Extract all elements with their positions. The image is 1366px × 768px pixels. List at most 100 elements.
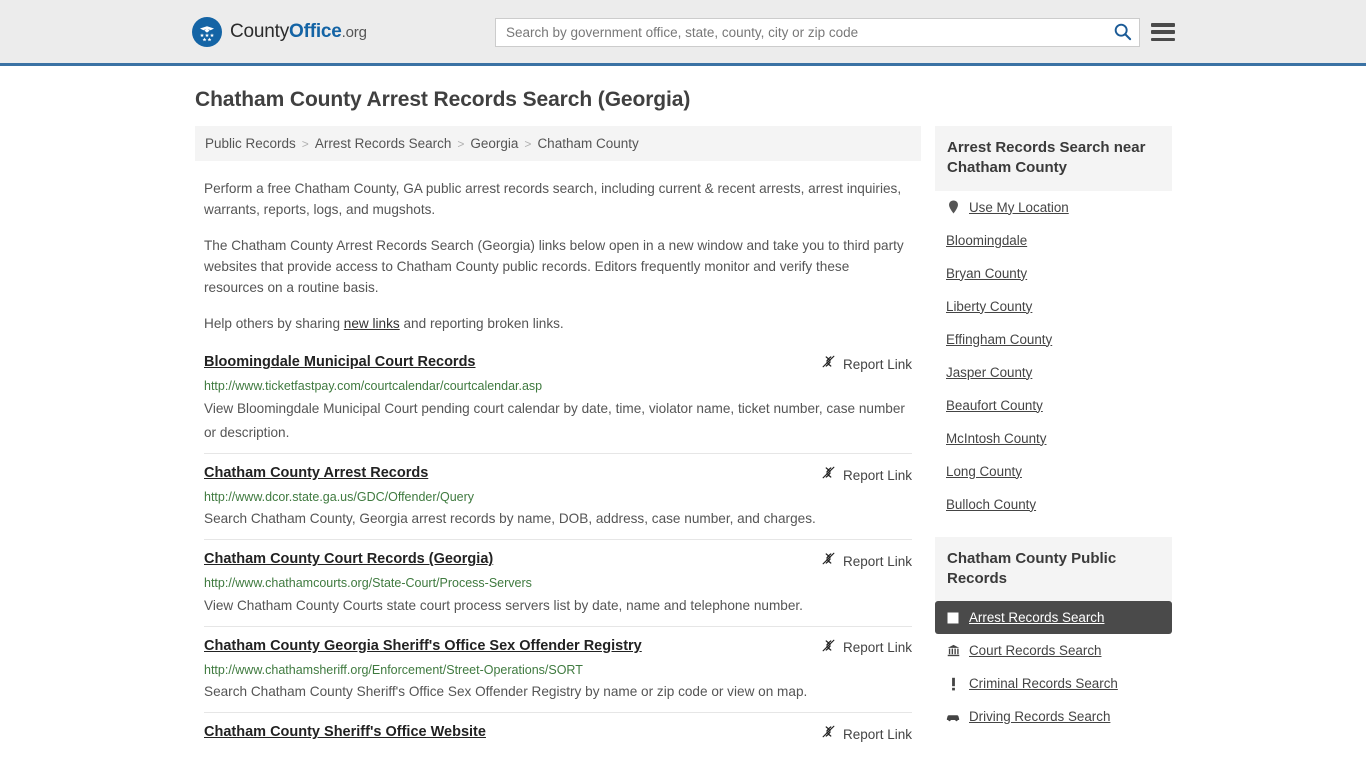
broken-link-icon xyxy=(821,638,836,658)
sidebar-item-bulloch-county[interactable]: Bulloch County xyxy=(935,488,1172,521)
result-header: Chatham County Georgia Sheriff's Office … xyxy=(204,637,912,658)
sidebar-link[interactable]: Arrest Records Search xyxy=(969,610,1104,625)
sidebar-link[interactable]: Use My Location xyxy=(969,200,1069,215)
sidebar-link[interactable]: Criminal Records Search xyxy=(969,676,1118,691)
report-link-label: Report Link xyxy=(842,726,912,742)
sidebar-link[interactable]: Effingham County xyxy=(946,332,1052,347)
result-description: View Chatham County Courts state court p… xyxy=(204,597,803,613)
result-title-link[interactable]: Chatham County Court Records (Georgia) xyxy=(204,550,493,570)
sidebar-item-criminal-records-search[interactable]: Criminal Records Search xyxy=(935,667,1172,700)
new-links-link[interactable]: new links xyxy=(344,316,400,331)
result-title-link[interactable]: Chatham County Sheriff's Office Website xyxy=(204,723,486,743)
result-url: http://www.ticketfastpay.com/courtcalend… xyxy=(204,379,543,394)
result-title-link[interactable]: Chatham County Georgia Sheriff's Office … xyxy=(204,637,642,657)
sidebar-item-bloomingdale[interactable]: Bloomingdale xyxy=(935,224,1172,257)
breadcrumb-separator: > xyxy=(524,136,532,151)
report-link-label: Report Link xyxy=(842,356,912,372)
result-item: Chatham County Arrest Records Report Lin… xyxy=(204,464,912,541)
content-columns: Public Records > Arrest Records Search >… xyxy=(195,126,1172,766)
breadcrumb-item-arrest-records-search[interactable]: Arrest Records Search xyxy=(315,136,452,151)
report-link-button[interactable]: Report Link xyxy=(821,464,912,485)
menu-bar-1 xyxy=(1151,23,1175,27)
sidebar-link[interactable]: Beaufort County xyxy=(946,398,1043,413)
menu-bar-3 xyxy=(1151,37,1175,41)
sidebar-item-liberty-county[interactable]: Liberty County xyxy=(935,290,1172,323)
sidebar-item-use-my-location[interactable]: Use My Location xyxy=(935,191,1172,224)
broken-link-icon xyxy=(821,354,836,374)
intro-paragraph-3: Help others by sharing new links and rep… xyxy=(204,313,912,334)
breadcrumb-separator: > xyxy=(301,136,309,151)
result-header: Chatham County Sheriff's Office Website xyxy=(204,723,912,744)
result-title-link[interactable]: Chatham County Arrest Records xyxy=(204,464,428,484)
logo-word-org: .org xyxy=(341,23,367,41)
search-button[interactable] xyxy=(1105,19,1139,46)
report-link-label: Report Link xyxy=(842,467,912,483)
sidebar-link[interactable]: Driving Records Search xyxy=(969,709,1110,724)
sidebar-link[interactable]: Bryan County xyxy=(946,266,1027,281)
search-icon xyxy=(1113,22,1132,44)
logo-word-county: County xyxy=(230,20,290,42)
public-records-panel-title: Chatham County Public Records xyxy=(935,536,1172,601)
sidebar-item-jasper-county[interactable]: Jasper County xyxy=(935,356,1172,389)
sidebar-item-court-records-search[interactable]: Court Records Search xyxy=(935,634,1172,667)
report-link-button[interactable]: Report Link xyxy=(821,550,912,571)
page-body: Chatham County Arrest Records Search (Ge… xyxy=(0,88,1366,766)
exclamation-icon xyxy=(946,677,960,691)
site-header: CountyOffice.org xyxy=(0,0,1366,66)
result-title-link[interactable]: Bloomingdale Municipal Court Records xyxy=(204,353,476,373)
site-logo[interactable]: CountyOffice.org xyxy=(192,16,367,47)
result-item: Bloomingdale Municipal Court Records Rep… xyxy=(204,353,912,454)
car-icon xyxy=(946,712,960,722)
report-link-button[interactable]: Report Link xyxy=(821,723,912,744)
result-url: http://www.chathamsheriff.org/Enforcemen… xyxy=(204,662,583,677)
search-bar[interactable] xyxy=(495,18,1140,47)
public-records-list: Arrest Records Search Court Records Sear… xyxy=(935,601,1172,733)
public-records-panel: Chatham County Public Records Arrest Rec… xyxy=(935,536,1172,734)
sidebar-item-beaufort-county[interactable]: Beaufort County xyxy=(935,389,1172,422)
sidebar-link[interactable]: Bulloch County xyxy=(946,497,1036,512)
sidebar-link[interactable]: Liberty County xyxy=(946,299,1032,314)
breadcrumb-item-public-records[interactable]: Public Records xyxy=(205,136,296,151)
page-title: Chatham County Arrest Records Search (Ge… xyxy=(195,88,691,111)
broken-link-icon xyxy=(821,465,836,485)
sidebar-link[interactable]: Jasper County xyxy=(946,365,1032,380)
main-column: Public Records > Arrest Records Search >… xyxy=(195,126,921,766)
result-description: Search Chatham County Sheriff's Office S… xyxy=(204,684,808,700)
eagle-seal-icon xyxy=(192,16,222,47)
search-input[interactable] xyxy=(496,19,1105,46)
sidebar-item-effingham-county[interactable]: Effingham County xyxy=(935,323,1172,356)
result-item: Chatham County Georgia Sheriff's Office … xyxy=(204,637,912,714)
sidebar-link[interactable]: Bloomingdale xyxy=(946,233,1027,248)
intro-paragraph-2: The Chatham County Arrest Records Search… xyxy=(204,238,904,296)
sidebar-link[interactable]: Court Records Search xyxy=(969,643,1101,658)
report-link-button[interactable]: Report Link xyxy=(821,353,912,374)
sidebar-item-bryan-county[interactable]: Bryan County xyxy=(935,257,1172,290)
hamburger-menu-icon[interactable] xyxy=(1151,20,1175,44)
sidebar-item-long-county[interactable]: Long County xyxy=(935,455,1172,488)
sidebar-item-driving-records-search[interactable]: Driving Records Search xyxy=(935,700,1172,733)
sidebar-link[interactable]: Long County xyxy=(946,464,1022,479)
square-badge-icon xyxy=(946,612,960,624)
intro-p3-prefix: Help others by sharing xyxy=(204,316,344,332)
sidebar-link[interactable]: McIntosh County xyxy=(946,431,1046,446)
result-item: Chatham County Sheriff's Office Website xyxy=(204,723,912,756)
site-logo-text: CountyOffice.org xyxy=(230,21,367,43)
result-header: Bloomingdale Municipal Court Records Rep… xyxy=(204,353,912,374)
report-link-label: Report Link xyxy=(842,553,912,569)
map-pin-icon xyxy=(946,200,960,214)
sidebar: Arrest Records Search near Chatham Count… xyxy=(935,126,1172,749)
breadcrumb: Public Records > Arrest Records Search >… xyxy=(195,126,921,161)
logo-word-office: Office xyxy=(289,20,342,42)
sidebar-item-mcintosh-county[interactable]: McIntosh County xyxy=(935,422,1172,455)
nearby-panel-title: Arrest Records Search near Chatham Count… xyxy=(935,126,1172,191)
broken-link-icon xyxy=(821,551,836,571)
breadcrumb-separator: > xyxy=(457,136,465,151)
sidebar-item-arrest-records-search[interactable]: Arrest Records Search xyxy=(935,601,1172,634)
report-link-label: Report Link xyxy=(842,640,912,656)
intro-section: Perform a free Chatham County, GA public… xyxy=(195,178,921,334)
breadcrumb-item-chatham-county[interactable]: Chatham County xyxy=(537,136,638,151)
report-link-button[interactable]: Report Link xyxy=(821,637,912,658)
courthouse-icon xyxy=(946,644,960,657)
breadcrumb-item-georgia[interactable]: Georgia xyxy=(470,136,518,151)
result-url: http://www.dcor.state.ga.us/GDC/Offender… xyxy=(204,490,475,504)
